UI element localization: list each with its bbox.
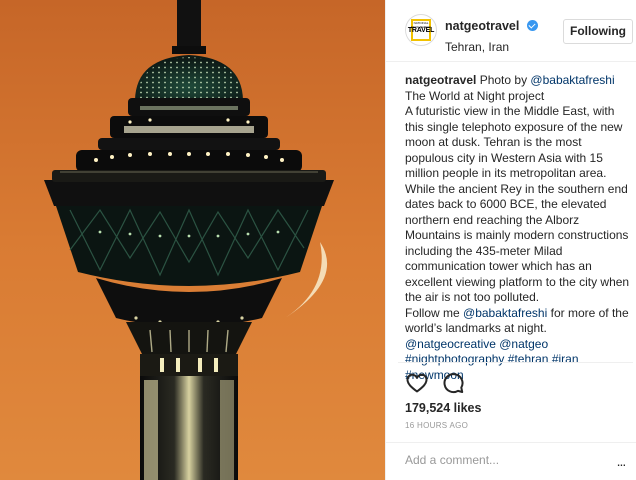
comment-input[interactable] [405,453,595,467]
caption-project: The World at Night project [405,88,545,103]
verified-badge-icon [526,20,538,32]
avatar-logo-text: TRAVEL [407,27,435,34]
mention-link[interactable]: @natgeo [499,337,548,351]
post-details-panel: NATIONAL GEOGRAPHIC TRAVEL natgeotravel … [385,0,636,480]
post-timestamp[interactable]: 16 HOURS AGO [405,421,468,430]
avatar[interactable]: NATIONAL GEOGRAPHIC TRAVEL [405,14,437,46]
caption-follow-prefix: Follow me [405,305,460,320]
photo-credit-link[interactable]: @babaktafreshi [530,73,614,87]
more-options-button[interactable]: ... [611,451,631,471]
comment-bar: ... [386,442,636,480]
mention-link[interactable]: @natgeocreative [405,337,496,351]
username-link[interactable]: natgeotravel [445,19,519,33]
caption-intro: Photo by [479,73,528,87]
action-bar [405,371,473,395]
actions-divider [398,362,633,363]
caption-username-link[interactable]: natgeotravel [405,73,476,87]
follow-handle-link[interactable]: @babaktafreshi [463,306,547,320]
location-link[interactable]: Tehran, Iran [445,40,538,54]
user-block: natgeotravel Tehran, Iran [445,17,538,54]
hashtag-link[interactable]: #iran [552,352,579,366]
following-button[interactable]: Following [563,19,633,44]
speech-bubble-icon[interactable] [441,371,465,395]
milad-tower-photo [0,0,385,480]
post-header: NATIONAL GEOGRAPHIC TRAVEL natgeotravel … [386,0,636,62]
hashtag-link[interactable]: #tehran [508,352,549,366]
likes-count[interactable]: 179,524 likes [405,401,481,415]
post-photo[interactable] [0,0,385,480]
heart-outline-icon[interactable] [405,371,429,395]
caption-body: A futuristic view in the Middle East, wi… [405,104,630,304]
caption: natgeotravel Photo by @babaktafreshi The… [405,73,633,383]
hashtag-link[interactable]: #nightphotography [405,352,504,366]
